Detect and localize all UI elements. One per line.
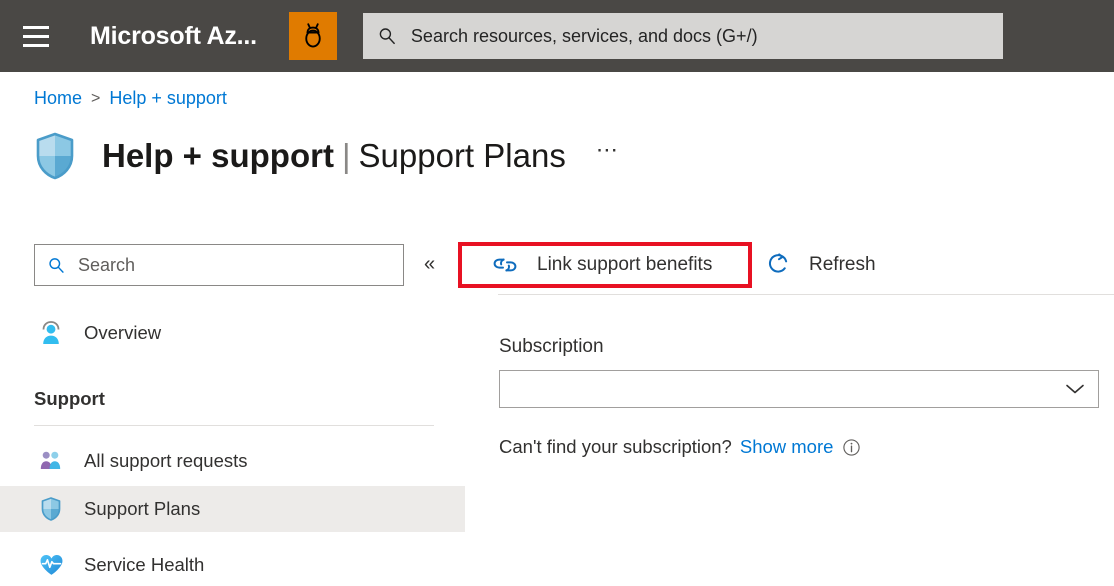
global-search-input[interactable]: Search resources, services, and docs (G+…	[362, 13, 1003, 59]
link-icon	[491, 254, 521, 276]
sidebar-search-placeholder: Search	[78, 254, 136, 275]
hamburger-bar	[23, 43, 49, 47]
breadcrumb-item-help-support[interactable]: Help + support	[109, 88, 227, 109]
people-glyph	[40, 451, 61, 469]
sidebar-item-overview[interactable]: Overview	[0, 310, 465, 356]
chevron-down-icon	[1064, 382, 1086, 396]
show-more-link[interactable]: Show more	[740, 436, 834, 458]
page-title-sub: Support Plans	[358, 137, 566, 174]
search-glyph	[379, 28, 395, 45]
breadcrumb-separator: >	[91, 89, 101, 107]
people-icon	[38, 449, 64, 473]
page-title: Help + support | Support Plans	[102, 137, 566, 175]
bug-glyph	[305, 23, 321, 48]
sidebar-group-title-support: Support	[34, 388, 105, 409]
sidebar-divider	[34, 425, 434, 426]
content-pane: Link support benefits Refresh Subscripti…	[458, 232, 1114, 586]
heart-pulse-glyph	[40, 555, 62, 575]
subscription-helper-text: Can't find your subscription?	[499, 436, 732, 457]
page-title-divider: |	[341, 137, 351, 174]
refresh-icon	[763, 252, 793, 278]
hamburger-bar	[23, 34, 49, 38]
sidebar-search-input[interactable]: Search	[34, 244, 404, 286]
shield-icon	[38, 496, 64, 522]
sidebar-item-service-health[interactable]: Service Health	[0, 542, 465, 586]
sidebar-item-label: Support Plans	[84, 498, 201, 519]
breadcrumb: Home > Help + support	[34, 88, 227, 109]
command-bar-divider	[498, 294, 1114, 295]
heart-pulse-icon	[38, 553, 64, 577]
chevron-double-left-icon[interactable]: «	[424, 254, 435, 274]
subscription-label: Subscription	[499, 336, 604, 357]
support-person-glyph	[42, 321, 60, 344]
info-icon[interactable]	[842, 438, 861, 457]
shield-glyph	[36, 132, 74, 180]
link-glyph	[493, 258, 517, 272]
shield-glyph	[41, 497, 61, 521]
sidebar-item-all-support-requests[interactable]: All support requests	[0, 438, 465, 484]
support-person-icon	[38, 320, 64, 346]
subscription-helper-row: Can't find your subscription? Show more	[499, 436, 861, 458]
hamburger-icon[interactable]	[10, 0, 62, 72]
search-icon	[377, 26, 397, 46]
search-glyph	[49, 257, 64, 273]
refresh-label: Refresh	[809, 254, 876, 275]
refresh-button[interactable]: Refresh	[757, 245, 882, 285]
page-more-menu-button[interactable]: ⋯	[596, 139, 620, 161]
sidebar-item-label: Service Health	[84, 554, 205, 575]
sidebar-item-label: Overview	[84, 322, 162, 343]
search-icon	[47, 256, 66, 275]
global-header: Microsoft Az... Search resources, servic…	[0, 0, 1114, 72]
command-bar: Link support benefits Refresh	[458, 232, 1114, 295]
brand-title[interactable]: Microsoft Az...	[90, 22, 257, 51]
page-title-main: Help + support	[102, 137, 334, 174]
azure-portal-page: Microsoft Az... Search resources, servic…	[0, 0, 1114, 586]
global-search-placeholder: Search resources, services, and docs (G+…	[410, 25, 758, 46]
subscription-dropdown[interactable]	[499, 370, 1099, 408]
shield-icon	[30, 128, 80, 184]
bug-icon[interactable]	[288, 12, 337, 60]
refresh-glyph	[768, 253, 788, 273]
info-glyph	[843, 438, 861, 456]
page-title-row: Help + support | Support Plans ⋯	[30, 128, 620, 184]
hamburger-bar	[23, 25, 49, 29]
sidebar-item-label: All support requests	[84, 450, 248, 471]
left-navigation: Search « Overview Support All support re…	[0, 240, 465, 586]
breadcrumb-item-home[interactable]: Home	[34, 88, 82, 109]
sidebar-item-support-plans[interactable]: Support Plans	[0, 486, 465, 532]
chevron-down-glyph	[1066, 384, 1084, 394]
link-support-benefits-button[interactable]: Link support benefits	[485, 245, 718, 285]
link-support-benefits-label: Link support benefits	[537, 254, 713, 275]
